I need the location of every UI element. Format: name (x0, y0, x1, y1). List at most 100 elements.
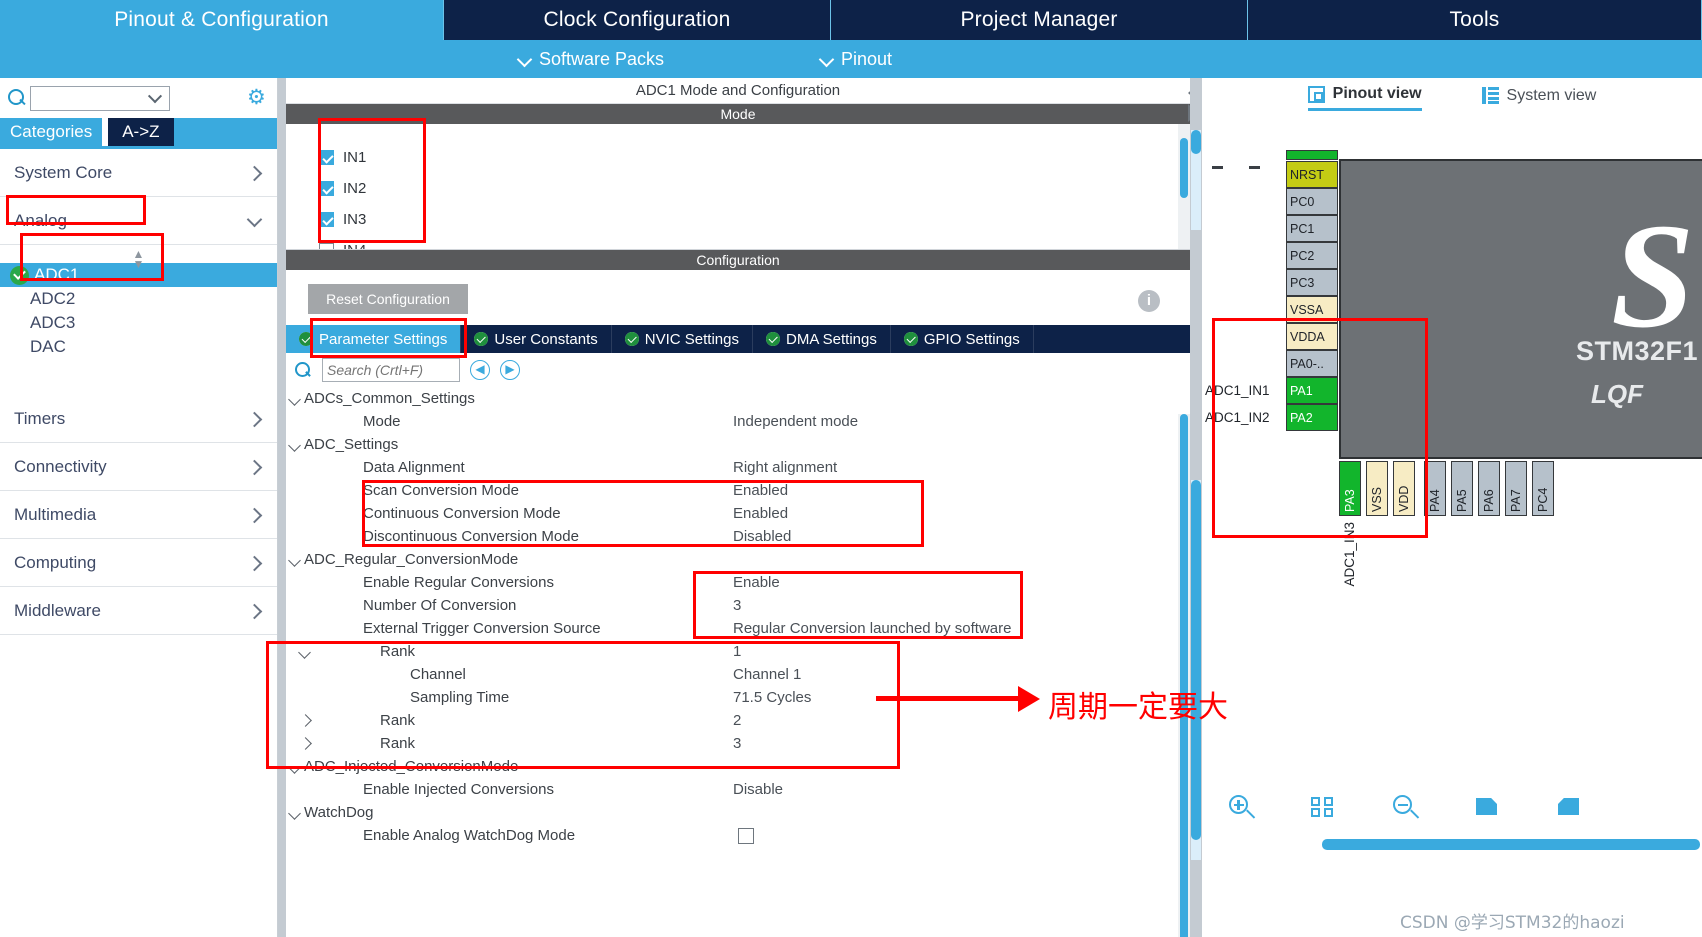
tree-row-scan-conversion-mode[interactable]: Scan Conversion Mode Enabled (286, 479, 1190, 502)
tree-group-watchdog[interactable]: WatchDog (286, 801, 1190, 824)
sidebar-item-timers[interactable]: Timers (0, 395, 277, 443)
pin-pa0[interactable]: PA0-.. (1286, 350, 1338, 377)
tree-group-adc-regular-conversionmode[interactable]: ADC_Regular_ConversionMode (286, 548, 1190, 571)
sidebar-item-middleware[interactable]: Middleware (0, 587, 277, 635)
mode-checkbox-in2[interactable]: IN2 (319, 173, 1190, 204)
pin-vssa[interactable]: VSSA (1286, 296, 1338, 323)
mode-panel-scrollbar-thumb[interactable] (1191, 130, 1201, 154)
tree-value[interactable]: Enable (733, 574, 780, 591)
tab-dma-settings[interactable]: DMA Settings (753, 325, 891, 353)
tab-parameter-settings[interactable]: Parameter Settings (286, 325, 462, 353)
pin-pc0[interactable]: PC0 (1286, 188, 1338, 215)
fit-to-screen-icon[interactable] (1310, 794, 1340, 824)
tree-value[interactable]: Disabled (733, 528, 791, 545)
chevron-down-icon[interactable] (286, 758, 304, 776)
chevron-down-icon[interactable] (286, 436, 304, 454)
checkbox-icon[interactable] (319, 150, 334, 165)
tree-row-continuous-conversion-mode[interactable]: Continuous Conversion Mode Enabled (286, 502, 1190, 525)
pin-top-partial[interactable] (1286, 150, 1338, 160)
parameter-scrollbar[interactable] (1178, 414, 1190, 937)
tree-value[interactable]: Enabled (733, 505, 788, 522)
tree-group-adc-injected-conversionmode[interactable]: ADC_Injected_ConversionMode (286, 755, 1190, 778)
chevron-down-icon[interactable] (286, 804, 304, 822)
tree-value[interactable]: Right alignment (733, 459, 837, 476)
gear-icon[interactable]: ⚙ (247, 87, 269, 109)
sidebar-item-computing[interactable]: Computing (0, 539, 277, 587)
tree-value[interactable]: Independent mode (733, 413, 858, 430)
menu-software-packs[interactable]: Software Packs (518, 49, 664, 70)
config-panel-scrollbar-thumb[interactable] (1191, 480, 1201, 840)
tree-row-number-of-conversion[interactable]: Number Of Conversion 3 (286, 594, 1190, 617)
tree-value[interactable]: Regular Conversion launched by software (733, 620, 1012, 637)
rotate-right-icon[interactable] (1474, 794, 1504, 824)
pin-pa2[interactable]: PA2 (1286, 404, 1338, 431)
tree-row-enable-injected-conversions[interactable]: Enable Injected Conversions Disable (286, 778, 1190, 801)
pin-pa3[interactable]: PA3 (1339, 461, 1361, 516)
mode-panel-scrollbar[interactable] (1191, 130, 1201, 230)
tree-row-rank-1[interactable]: Rank 1 (286, 640, 1190, 663)
left-splitter[interactable] (278, 78, 286, 937)
pin-vdda[interactable]: VDDA (1286, 323, 1338, 350)
pin-vdd[interactable]: VDD (1393, 461, 1415, 516)
pin-pa4[interactable]: PA4 (1424, 461, 1446, 516)
sidebar-item-adc3[interactable]: ADC3 (0, 311, 277, 335)
menu-pinout[interactable]: Pinout (820, 49, 892, 70)
tree-row-external-trigger-conversion-source[interactable]: External Trigger Conversion Source Regul… (286, 617, 1190, 640)
checkbox-icon[interactable] (738, 827, 754, 844)
tab-project-manager[interactable]: Project Manager (831, 0, 1248, 40)
config-panel-scrollbar[interactable] (1191, 480, 1201, 860)
mode-checkbox-in1[interactable]: IN1 (319, 142, 1190, 173)
parameter-scrollbar-thumb[interactable] (1180, 414, 1188, 937)
tab-tools[interactable]: Tools (1248, 0, 1702, 40)
pin-pc3[interactable]: PC3 (1286, 269, 1338, 296)
checkbox-icon[interactable] (319, 181, 334, 196)
sidebar-item-connectivity[interactable]: Connectivity (0, 443, 277, 491)
tree-row-rank-3[interactable]: Rank 3 (286, 732, 1190, 755)
chevron-down-icon[interactable] (296, 643, 314, 661)
pin-pa6[interactable]: PA6 (1478, 461, 1500, 516)
sidebar-item-dac[interactable]: DAC (0, 335, 277, 359)
pin-pa1[interactable]: PA1 (1286, 377, 1338, 404)
pin-nrst[interactable]: NRST (1286, 161, 1338, 188)
tree-value[interactable]: 71.5 Cycles (733, 689, 811, 706)
checkbox-icon[interactable] (319, 243, 334, 249)
chevron-right-icon[interactable] (296, 712, 314, 730)
tab-pinout-view[interactable]: Pinout view (1307, 85, 1422, 111)
tree-value[interactable]: Channel 1 (733, 666, 801, 683)
collapse-all-icon[interactable]: ◀ (470, 360, 490, 380)
pinout-horizontal-scrollbar[interactable] (1322, 839, 1700, 850)
tab-clock-configuration[interactable]: Clock Configuration (444, 0, 831, 40)
info-icon[interactable]: i (1138, 290, 1160, 312)
search-input[interactable] (322, 358, 460, 382)
tree-value[interactable]: Enabled (733, 482, 788, 499)
chevron-down-icon[interactable] (286, 390, 304, 408)
pin-pc2[interactable]: PC2 (1286, 242, 1338, 269)
chevron-right-icon[interactable] (296, 735, 314, 753)
pin-vss[interactable]: VSS (1366, 461, 1388, 516)
sidebar-item-system-core[interactable]: System Core (0, 149, 277, 197)
pin-pc4[interactable]: PC4 (1532, 461, 1554, 516)
reset-configuration-button[interactable]: Reset Configuration (308, 284, 468, 314)
zoom-in-icon[interactable] (1228, 794, 1258, 824)
tab-a-to-z[interactable]: A->Z (108, 118, 174, 146)
scroll-up-down-handle[interactable]: ▲ ▼ (0, 248, 277, 270)
pin-pa5[interactable]: PA5 (1451, 461, 1473, 516)
mode-checkbox-in4[interactable]: IN4 (319, 235, 1190, 249)
pin-pa7[interactable]: PA7 (1505, 461, 1527, 516)
tree-row-enable-regular-conversions[interactable]: Enable Regular Conversions Enable (286, 571, 1190, 594)
tree-row-mode[interactable]: Mode Independent mode (286, 410, 1190, 433)
tree-group-adc-settings[interactable]: ADC_Settings (286, 433, 1190, 456)
tree-value[interactable]: Disable (733, 781, 783, 798)
sidebar-item-multimedia[interactable]: Multimedia (0, 491, 277, 539)
tab-categories[interactable]: Categories (0, 118, 103, 146)
tree-row-discontinuous-conversion-mode[interactable]: Discontinuous Conversion Mode Disabled (286, 525, 1190, 548)
pin-pc1[interactable]: PC1 (1286, 215, 1338, 242)
checkbox-icon[interactable] (319, 212, 334, 227)
sidebar-item-analog[interactable]: Analog (0, 197, 277, 245)
tree-row-data-alignment[interactable]: Data Alignment Right alignment (286, 456, 1190, 479)
tree-group-adcs-common-settings[interactable]: ADCs_Common_Settings (286, 387, 1190, 410)
tab-nvic-settings[interactable]: NVIC Settings (611, 325, 753, 353)
mode-scrollbar[interactable] (1178, 124, 1190, 249)
tree-row-enable-analog-watchdog-mode[interactable]: Enable Analog WatchDog Mode (286, 824, 1190, 847)
chevron-down-icon[interactable] (286, 551, 304, 569)
